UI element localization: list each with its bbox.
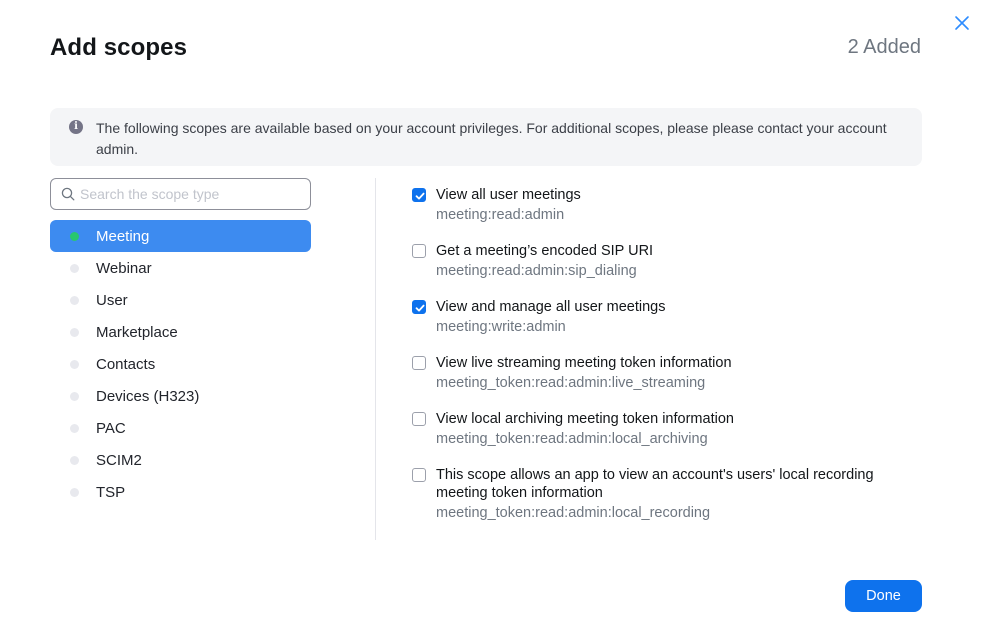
scope-checkbox[interactable] xyxy=(412,188,426,202)
category-label: Meeting xyxy=(96,228,150,245)
category-item-marketplace[interactable]: Marketplace xyxy=(50,316,311,348)
status-dot xyxy=(70,424,79,433)
status-dot xyxy=(70,360,79,369)
info-text: The following scopes are available based… xyxy=(96,120,887,157)
status-dot xyxy=(70,232,79,241)
scope-checkbox[interactable] xyxy=(412,468,426,482)
category-label: Webinar xyxy=(96,260,152,277)
status-dot xyxy=(70,392,79,401)
status-dot xyxy=(70,296,79,305)
search-icon xyxy=(61,187,75,201)
category-item-devices[interactable]: Devices (H323) xyxy=(50,380,311,412)
scope-checkbox[interactable] xyxy=(412,412,426,426)
category-item-user[interactable]: User xyxy=(50,284,311,316)
search-input[interactable] xyxy=(80,180,305,208)
search-box xyxy=(50,178,311,210)
check-icon xyxy=(415,304,425,312)
scope-code: meeting:write:admin xyxy=(436,319,566,335)
scope-title: Get a meeting’s encoded SIP URI xyxy=(436,243,654,259)
done-button[interactable]: Done xyxy=(845,580,922,612)
scope-title: This scope allows an app to view an acco… xyxy=(436,467,874,501)
scope-code: meeting_token:read:admin:local_recording xyxy=(436,505,711,521)
dialog-title: Add scopes xyxy=(50,34,188,61)
category-label: Marketplace xyxy=(96,324,178,341)
status-dot xyxy=(70,264,79,273)
category-label: SCIM2 xyxy=(96,452,142,469)
scope-code: meeting_token:read:admin:live_streaming xyxy=(436,375,706,391)
close-icon[interactable] xyxy=(952,13,972,33)
info-icon: i xyxy=(69,120,83,134)
panel-divider xyxy=(375,178,376,540)
info-banner: i The following scopes are available bas… xyxy=(50,108,922,166)
scope-title: View local archiving meeting token infor… xyxy=(436,411,734,427)
scope-code: meeting:read:admin:sip_dialing xyxy=(436,263,637,279)
status-dot xyxy=(70,488,79,497)
scope-checkbox[interactable] xyxy=(412,244,426,258)
check-icon xyxy=(415,192,425,200)
category-item-scim2[interactable]: SCIM2 xyxy=(50,444,311,476)
category-label: PAC xyxy=(96,420,126,437)
category-label: Contacts xyxy=(96,356,156,373)
category-item-pac[interactable]: PAC xyxy=(50,412,311,444)
category-item-contacts[interactable]: Contacts xyxy=(50,348,311,380)
category-label: User xyxy=(96,292,128,309)
scope-title: View live streaming meeting token inform… xyxy=(436,355,732,371)
category-item-webinar[interactable]: Webinar xyxy=(50,252,311,284)
scope-code: meeting_token:read:admin:local_archiving xyxy=(436,431,708,447)
category-list: Meeting Webinar User Marketplace Contact… xyxy=(50,220,311,508)
status-dot xyxy=(70,456,79,465)
scope-title: View and manage all user meetings xyxy=(436,299,666,315)
added-count: 2 Added xyxy=(847,36,921,58)
category-item-meeting[interactable]: Meeting xyxy=(50,220,311,252)
scope-title: View all user meetings xyxy=(436,187,581,203)
category-item-tsp[interactable]: TSP xyxy=(50,476,311,508)
status-dot xyxy=(70,328,79,337)
category-label: Devices (H323) xyxy=(96,388,200,405)
scope-checkbox[interactable] xyxy=(412,356,426,370)
category-label: TSP xyxy=(96,484,126,501)
scope-checkbox[interactable] xyxy=(412,300,426,314)
scope-code: meeting:read:admin xyxy=(436,207,565,223)
